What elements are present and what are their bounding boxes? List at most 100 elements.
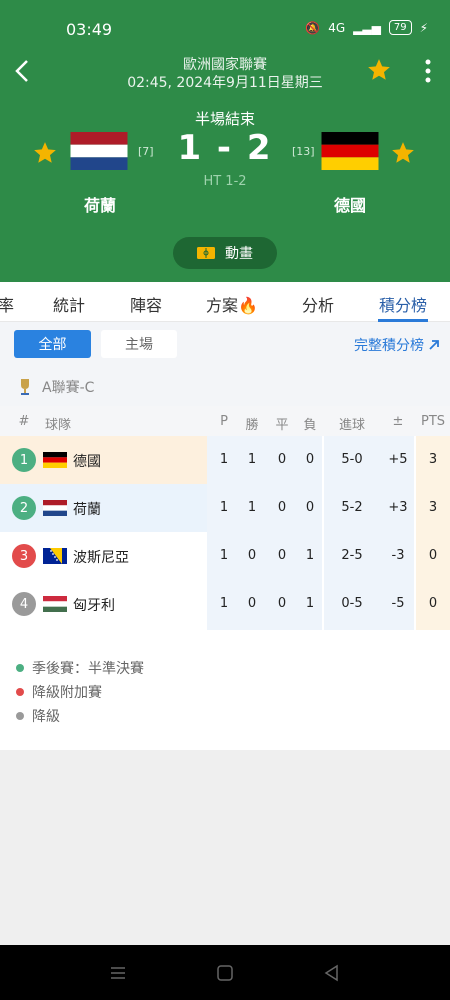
legend-dot	[16, 664, 24, 672]
tab-plans[interactable]: 方案🔥	[206, 292, 258, 316]
draws: 0	[277, 548, 287, 563]
losses: 0	[305, 452, 315, 467]
home-favorite-star-icon[interactable]	[32, 140, 58, 166]
away-team-name[interactable]: 德國	[300, 192, 400, 216]
header-pos: #	[18, 414, 30, 429]
points: 0	[428, 596, 438, 611]
full-standings-link[interactable]: 完整積分榜	[354, 335, 440, 355]
goal-diff: +5	[388, 452, 408, 467]
table-row[interactable]: 4 匈牙利 1 0 0 1 0-5 -5 0	[0, 580, 450, 628]
points: 3	[428, 500, 438, 515]
system-nav-bar	[0, 945, 450, 1000]
draws: 0	[277, 500, 287, 515]
trophy-icon	[21, 379, 29, 395]
half-time-score: HT 1-2	[203, 174, 247, 189]
points: 0	[428, 548, 438, 563]
back-icon[interactable]	[322, 963, 342, 983]
draws: 0	[277, 452, 287, 467]
home-team-name[interactable]: 荷蘭	[50, 192, 150, 216]
goal-diff: -5	[391, 596, 405, 611]
home-icon[interactable]	[215, 963, 235, 983]
netherlands-flag-icon	[43, 500, 67, 516]
losses: 0	[305, 500, 315, 515]
tab-analysis[interactable]: 分析	[302, 292, 334, 316]
legend-dot	[16, 688, 24, 696]
menu-icon[interactable]	[108, 963, 128, 983]
header-team: 球隊	[44, 418, 72, 433]
tab-plans-label: 方案	[206, 296, 239, 315]
battery-icon: 79	[388, 20, 412, 35]
legend-item: 降級	[16, 706, 60, 726]
standings-table: # 球隊 P 勝 平 負 進球 ± PTS 1 德國 1 1 0 0 5-0 +…	[0, 406, 450, 630]
legend-label: 季後賽：半準決賽	[32, 661, 144, 677]
goals: 5-0	[341, 452, 363, 467]
legend-label: 降級附加賽	[32, 685, 102, 701]
legend-label: 降級	[32, 709, 60, 725]
away-rank: [13]	[292, 145, 315, 158]
filter-all-button[interactable]: 全部	[14, 330, 91, 358]
tab-rate[interactable]: 率	[0, 292, 14, 316]
legend-item: 季後賽：半準決賽	[16, 658, 144, 678]
netherlands-flag-icon	[70, 132, 128, 170]
tab-lineup[interactable]: 陣容	[130, 292, 162, 316]
network-label: 4G	[328, 20, 346, 35]
group-label: A聯賽-C	[18, 377, 94, 397]
away-favorite-star-icon[interactable]	[390, 140, 416, 166]
legend-item: 降級附加賽	[16, 682, 102, 702]
points: 3	[428, 452, 438, 467]
germany-flag-icon	[321, 132, 379, 170]
animation-button[interactable]: 動畫	[173, 237, 277, 269]
team-name: 波斯尼亞	[73, 550, 129, 566]
home-rank: [7]	[138, 145, 154, 158]
header-losses: 負	[303, 418, 317, 433]
charging-icon: ⚡	[419, 20, 428, 35]
goals: 2-5	[341, 548, 363, 563]
played: 1	[219, 548, 229, 563]
played: 1	[219, 452, 229, 467]
losses: 1	[305, 548, 315, 563]
more-menu-icon[interactable]	[420, 58, 436, 84]
position-badge: 1	[12, 448, 36, 472]
standings-filter-area: 全部 主場 完整積分榜 A聯賽-C	[0, 322, 450, 406]
wins: 0	[247, 596, 257, 611]
team-name: 德國	[73, 454, 101, 470]
played: 1	[219, 596, 229, 611]
table-row[interactable]: 1 德國 1 1 0 0 5-0 +5 3	[0, 436, 450, 484]
goals: 5-2	[341, 500, 363, 515]
filter-home-button[interactable]: 主場	[101, 330, 177, 358]
header-played: P	[220, 414, 228, 429]
position-badge: 3	[12, 544, 36, 568]
team-name: 匈牙利	[73, 598, 115, 614]
legend-dot	[16, 712, 24, 720]
position-badge: 2	[12, 496, 36, 520]
played: 1	[219, 500, 229, 515]
mute-icon: 🔕	[305, 20, 321, 35]
wins: 0	[247, 548, 257, 563]
table-header: # 球隊 P 勝 平 負 進球 ± PTS	[0, 406, 450, 436]
tab-standings[interactable]: 積分榜	[379, 292, 427, 316]
losses: 1	[305, 596, 315, 611]
goal-diff: +3	[388, 500, 408, 515]
status-time: 03:49	[66, 20, 113, 39]
team-name: 荷蘭	[73, 502, 101, 518]
goals: 0-5	[341, 596, 363, 611]
tab-stats[interactable]: 統計	[53, 292, 85, 316]
header-draws: 平	[275, 418, 289, 433]
favorite-star-icon[interactable]	[366, 57, 392, 83]
fire-icon: 🔥	[238, 296, 258, 315]
table-row[interactable]: 2 荷蘭 1 1 0 0 5-2 +3 3	[0, 484, 450, 532]
tab-bar: 率 統計 陣容 方案🔥 分析 積分榜	[0, 282, 450, 322]
position-badge: 4	[12, 592, 36, 616]
pitch-icon	[197, 247, 215, 259]
external-arrow-icon	[429, 340, 439, 350]
draws: 0	[277, 596, 287, 611]
bosnia-flag-icon	[43, 548, 67, 564]
animation-label: 動畫	[225, 246, 253, 262]
table-row[interactable]: 3 波斯尼亞 1 0 0 1 2-5 -3 0	[0, 532, 450, 580]
germany-flag-icon	[43, 452, 67, 468]
standings-legend: 季後賽：半準決賽 降級附加賽 降級	[0, 630, 450, 750]
header-diff: ±	[392, 414, 404, 429]
group-name: A聯賽-C	[42, 380, 95, 396]
header-points: PTS	[420, 414, 446, 429]
wins: 1	[247, 452, 257, 467]
